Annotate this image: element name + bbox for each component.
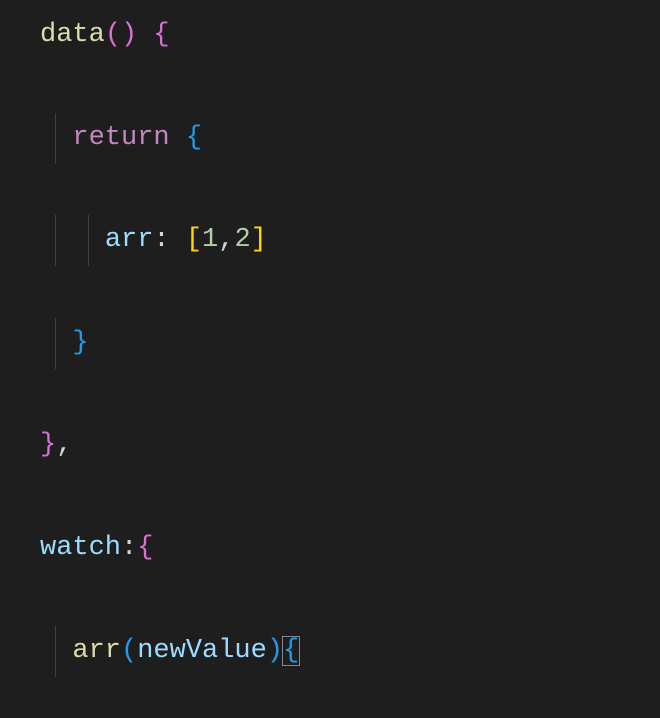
paren-close: ) <box>121 20 137 50</box>
token-property: arr <box>105 225 154 255</box>
code-line[interactable]: }, <box>0 420 660 471</box>
code-line[interactable]: watch:{ <box>0 523 660 574</box>
token-function: arr <box>72 636 121 666</box>
token-keyword: return <box>72 123 169 153</box>
brace-open: { <box>186 123 202 153</box>
paren-close: ) <box>267 636 283 666</box>
token-property: watch <box>40 533 121 563</box>
code-line[interactable]: } <box>0 318 660 369</box>
brace-close: } <box>40 430 56 460</box>
code-line[interactable]: data() { <box>0 10 660 61</box>
token-number: 2 <box>234 225 250 255</box>
brace-open: { <box>153 20 169 50</box>
brace-open: { <box>137 533 153 563</box>
code-editor[interactable]: data() { return { arr: [1,2] } }, watch:… <box>0 0 660 718</box>
token-function: data <box>40 20 105 50</box>
brace-open: { <box>282 636 300 666</box>
code-line[interactable]: arr: [1,2] <box>0 215 660 266</box>
code-line[interactable]: return { <box>0 113 660 164</box>
paren-open: ( <box>121 636 137 666</box>
code-line[interactable]: arr(newValue){ <box>0 626 660 677</box>
brace-close: } <box>72 328 88 358</box>
bracket-close: ] <box>251 225 267 255</box>
token-number: 1 <box>202 225 218 255</box>
token-parameter: newValue <box>137 636 267 666</box>
bracket-open: [ <box>186 225 202 255</box>
paren-open: ( <box>105 20 121 50</box>
